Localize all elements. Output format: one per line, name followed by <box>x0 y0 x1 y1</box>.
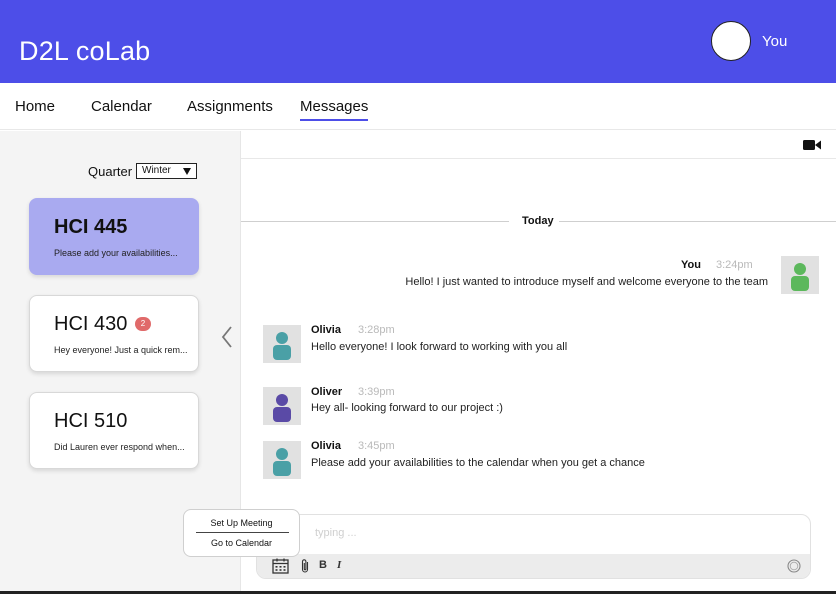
chat-panel: Today You 3:24pm Hello! I just wanted to… <box>241 131 836 594</box>
bold-button[interactable]: B <box>319 559 327 571</box>
message-time: 3:28pm <box>358 324 395 336</box>
message-author: Oliver <box>311 386 343 398</box>
unread-badge: 2 <box>135 317 151 331</box>
course-title: HCI 445 <box>54 216 128 238</box>
composer-toolbar: B I <box>257 554 810 578</box>
avatar <box>263 325 301 363</box>
person-icon <box>273 448 291 476</box>
message-text: Hey all- looking forward to our project … <box>311 402 503 414</box>
person-icon <box>273 332 291 360</box>
message-author: Olivia <box>311 440 341 452</box>
nav-home[interactable]: Home <box>15 98 55 115</box>
message-author: Olivia <box>311 324 341 336</box>
course-preview: Hey everyone! Just a quick rem... <box>54 345 188 355</box>
user-label[interactable]: You <box>762 33 787 50</box>
main-nav: Home Calendar Assignments Messages <box>0 83 836 130</box>
set-up-meeting-option[interactable]: Set Up Meeting <box>184 518 299 528</box>
go-to-calendar-option[interactable]: Go to Calendar <box>184 538 299 548</box>
message-text: Hello! I just wanted to introduce myself… <box>405 276 768 288</box>
message-text: Hello everyone! I look forward to workin… <box>311 341 568 353</box>
message-composer: typing ... B I <box>256 514 811 579</box>
divider-line <box>241 221 509 222</box>
person-icon <box>791 263 809 291</box>
calendar-icon[interactable] <box>272 558 289 574</box>
app-header: D2L coLab You <box>0 0 836 83</box>
person-icon <box>273 394 291 422</box>
nav-calendar[interactable]: Calendar <box>91 98 152 115</box>
menu-divider <box>196 532 289 533</box>
avatar <box>263 441 301 479</box>
message-time: 3:24pm <box>716 259 753 271</box>
course-card-hci-510[interactable]: HCI 510 Did Lauren ever respond when... <box>29 392 199 469</box>
chat-topbar <box>241 131 836 159</box>
course-title: HCI 430 <box>54 313 128 335</box>
emoji-icon[interactable] <box>787 559 801 573</box>
message-input[interactable]: typing ... <box>315 527 357 539</box>
message-text: Please add your availabilities to the ca… <box>311 457 645 469</box>
avatar <box>781 256 819 294</box>
date-divider-label: Today <box>522 215 554 227</box>
course-card-hci-445[interactable]: HCI 445 Please add your availabilities..… <box>29 198 199 275</box>
avatar <box>263 387 301 425</box>
paperclip-icon[interactable] <box>300 558 310 574</box>
nav-messages[interactable]: Messages <box>300 98 369 121</box>
message-time: 3:39pm <box>358 386 395 398</box>
chevron-left-icon[interactable] <box>220 325 234 349</box>
course-preview: Please add your availabilities... <box>54 248 178 258</box>
italic-button[interactable]: I <box>337 559 341 571</box>
quarter-select[interactable]: Winter <box>136 163 197 179</box>
dropdown-arrow-icon <box>183 168 191 175</box>
quarter-label: Quarter <box>88 164 133 179</box>
divider-line <box>559 221 836 222</box>
course-preview: Did Lauren ever respond when... <box>54 442 185 452</box>
calendar-popup-menu: Set Up Meeting Go to Calendar <box>183 509 300 557</box>
nav-assignments[interactable]: Assignments <box>187 98 273 115</box>
user-avatar[interactable] <box>711 21 751 61</box>
app-title: D2L coLab <box>19 36 151 66</box>
quarter-select-value: Winter <box>142 165 171 176</box>
course-card-hci-430[interactable]: HCI 430 2 Hey everyone! Just a quick rem… <box>29 295 199 372</box>
message-author: You <box>681 259 701 271</box>
message-time: 3:45pm <box>358 440 395 452</box>
video-camera-icon[interactable] <box>803 139 821 151</box>
course-title: HCI 510 <box>54 410 128 432</box>
